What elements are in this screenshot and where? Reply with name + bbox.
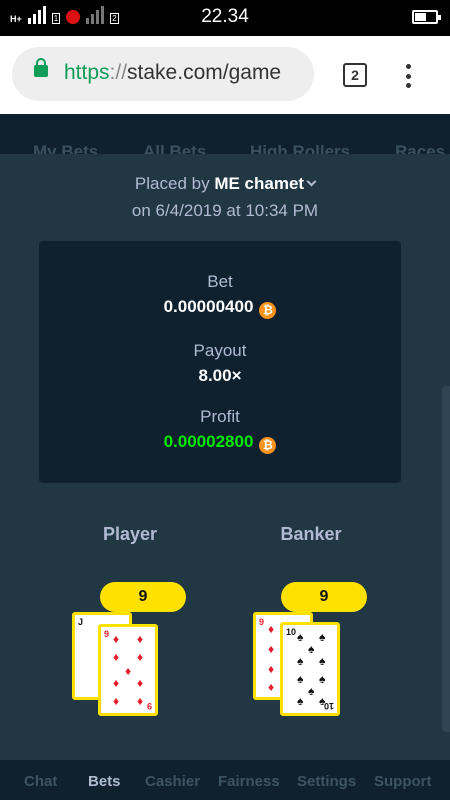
lock-icon	[34, 58, 48, 77]
browser-toolbar: https://stake.com/game 2	[0, 36, 450, 114]
url-text: https://stake.com/game	[64, 61, 281, 85]
bet-stats-panel: Bet 0.00000400 ₿ Payout 8.00× Profit 0.00…	[39, 241, 401, 483]
profit-label: Profit	[200, 407, 240, 426]
tab-all-bets[interactable]: All Bets	[143, 142, 206, 154]
tab-high-rollers[interactable]: High Rollers	[250, 142, 350, 154]
url-host: stake.com/game	[127, 61, 282, 84]
nav-support[interactable]: Support	[374, 773, 432, 790]
clock: 22.34	[201, 6, 249, 27]
banker-card-ten-spades: 10 ♠ ♠ ♠ ♠ ♠ ♠ ♠ ♠ ♠ ♠ 10	[280, 622, 340, 716]
status-bar: H+ 1 2 22.34	[0, 0, 450, 36]
tab-switcher-button[interactable]: 2	[343, 63, 367, 87]
payout-label: Payout	[193, 341, 247, 360]
username-link[interactable]: ME chamet	[214, 174, 304, 193]
battery-icon	[412, 10, 441, 24]
card-rank: 9	[104, 629, 110, 639]
card-rank: 9	[259, 617, 265, 627]
placed-by-prefix: Placed by	[134, 174, 210, 193]
nav-settings[interactable]: Settings	[297, 773, 356, 790]
card-rank: J	[78, 617, 84, 627]
placed-date: on 6/4/2019 at 10:34 PM	[131, 201, 319, 220]
bet-details-modal: Placed by ME chamet on 6/4/2019 at 10:34…	[0, 154, 450, 760]
payout-value: 8.00×	[198, 366, 242, 385]
card-rank-bottom: 10	[323, 701, 334, 711]
nav-chat[interactable]: Chat	[24, 773, 57, 790]
bitcoin-icon: ₿	[259, 302, 277, 319]
menu-icon[interactable]	[405, 64, 411, 88]
nav-fairness[interactable]: Fairness	[218, 773, 280, 790]
player-score-badge: 9	[100, 582, 186, 612]
nav-cashier[interactable]: Cashier	[145, 773, 200, 790]
url-scheme: https	[64, 61, 110, 84]
bitcoin-icon: ₿	[259, 437, 277, 454]
profit-amount: 0.00002800 ₿	[39, 432, 401, 454]
banker-score-badge: 9	[281, 582, 367, 612]
bet-value: 0.00000400	[163, 297, 254, 316]
tab-my-bets[interactable]: My Bets	[33, 142, 98, 154]
card-rank-bottom: 9	[146, 701, 152, 711]
banker-label: Banker	[280, 524, 342, 544]
bet-amount: 0.00000400 ₿	[39, 297, 401, 319]
tab-races[interactable]: Races	[395, 142, 445, 154]
address-bar[interactable]: https://stake.com/game	[12, 47, 314, 101]
player-card-nine-diamonds: 9 ♦ ♦ ♦ ♦ ♦ ♦ ♦ ♦ ♦ 9	[98, 624, 158, 716]
bet-label: Bet	[207, 272, 233, 291]
card-rank: 10	[286, 627, 297, 637]
bets-tab-bar: My Bets All Bets High Rollers Races	[0, 114, 450, 154]
nav-bets[interactable]: Bets	[88, 773, 121, 790]
player-label: Player	[102, 524, 158, 544]
url-separator: ://	[109, 61, 128, 84]
bottom-nav: Chat Bets Cashier Fairness Settings Supp…	[0, 760, 450, 800]
chevron-down-icon[interactable]	[306, 176, 317, 187]
placed-by-line: Placed by ME chamet	[0, 174, 450, 194]
profit-value: 0.00002800	[163, 432, 254, 451]
scrollbar[interactable]	[442, 386, 450, 732]
